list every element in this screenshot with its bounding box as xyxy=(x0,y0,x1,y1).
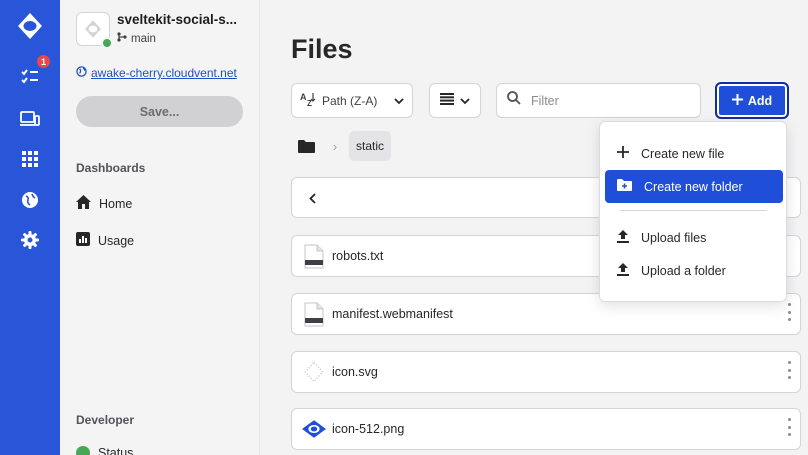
logo-icon[interactable] xyxy=(0,6,60,46)
globe-icon xyxy=(21,191,39,209)
text-file-icon xyxy=(301,243,327,269)
sidebar-item-label: Status xyxy=(98,446,134,455)
save-button[interactable]: Save... xyxy=(76,96,243,127)
menu-item-label: Create new file xyxy=(641,146,725,161)
settings-button[interactable] xyxy=(0,220,60,260)
list-view-icon xyxy=(440,92,454,110)
chevron-down-icon xyxy=(460,92,470,110)
menu-item-upload-files[interactable]: Upload files xyxy=(605,221,783,254)
site-url-link[interactable]: awake-cherry.cloudvent.net xyxy=(76,66,237,80)
file-name: robots.txt xyxy=(332,249,384,263)
usage-icon xyxy=(76,232,90,249)
sidebar-item-home[interactable]: Home xyxy=(76,195,132,212)
more-options-icon[interactable] xyxy=(784,418,794,436)
branch-label: main xyxy=(117,32,156,45)
sidebar-item-status[interactable]: Status xyxy=(76,446,133,455)
sort-select[interactable]: AZ Path (Z-A) xyxy=(291,83,413,118)
breadcrumb-current[interactable]: static xyxy=(349,131,392,161)
more-options-icon[interactable] xyxy=(784,361,794,379)
file-name: manifest.webmanifest xyxy=(332,307,453,321)
sidebar-item-label: Usage xyxy=(98,233,135,248)
page-title: Files xyxy=(291,34,353,64)
site-name[interactable]: sveltekit-social-s... xyxy=(117,12,237,27)
gear-icon xyxy=(21,231,39,249)
add-label: Add xyxy=(747,93,773,108)
chevron-down-icon xyxy=(394,94,404,108)
site-status-check-icon xyxy=(101,37,113,49)
sort-label: Path (Z-A) xyxy=(322,93,378,108)
menu-item-label: Create new folder xyxy=(644,179,743,194)
dashboards-heading: Dashboards xyxy=(76,161,146,175)
filter-field[interactable] xyxy=(496,83,701,118)
svg-file-icon xyxy=(301,359,327,385)
sort-az-icon: AZ xyxy=(300,91,316,110)
chevron-left-icon[interactable] xyxy=(302,188,322,208)
site-sidebar: sveltekit-social-s... main awake-cherry.… xyxy=(60,0,260,455)
breadcrumb: › static xyxy=(291,131,392,161)
chevron-right-icon: › xyxy=(332,138,338,154)
menu-item-create-file[interactable]: Create new file xyxy=(605,137,783,170)
svg-text:A: A xyxy=(300,92,307,102)
add-button[interactable]: Add xyxy=(715,82,789,119)
view-mode-select[interactable] xyxy=(429,83,481,118)
globe-icon xyxy=(76,66,87,80)
app-rail: 1 xyxy=(0,0,60,455)
sidebar-item-label: Home xyxy=(99,196,133,211)
sidebar-item-usage[interactable]: Usage xyxy=(76,232,134,249)
apps-grid-icon xyxy=(22,151,38,167)
file-icon xyxy=(301,301,327,327)
branch-icon xyxy=(117,32,127,45)
devices-icon xyxy=(20,110,40,128)
tasks-icon xyxy=(20,67,40,87)
search-icon xyxy=(507,91,521,110)
new-folder-icon xyxy=(617,179,632,194)
file-row[interactable]: icon-512.png xyxy=(291,408,801,450)
svg-text:Z: Z xyxy=(307,99,312,107)
branch-name: main xyxy=(131,32,156,45)
image-file-icon xyxy=(301,416,327,442)
plus-icon xyxy=(617,146,629,161)
file-row[interactable]: icon.svg xyxy=(291,351,801,393)
more-options-icon[interactable] xyxy=(784,303,794,321)
status-icon xyxy=(76,446,90,455)
notification-badge: 1 xyxy=(36,54,51,69)
menu-item-create-folder[interactable]: Create new folder xyxy=(605,170,783,203)
folder-icon[interactable] xyxy=(291,131,321,161)
file-name: icon.svg xyxy=(332,365,378,379)
devices-button[interactable] xyxy=(0,99,60,139)
menu-item-label: Upload a folder xyxy=(641,263,726,278)
domains-button[interactable] xyxy=(0,180,60,220)
upload-icon xyxy=(617,229,629,246)
file-name: icon-512.png xyxy=(332,422,405,436)
site-url-text[interactable]: awake-cherry.cloudvent.net xyxy=(91,66,237,80)
filter-input[interactable] xyxy=(531,93,681,108)
plus-icon xyxy=(731,93,743,108)
apps-button[interactable] xyxy=(0,139,60,179)
upload-folder-icon xyxy=(617,262,629,279)
menu-divider xyxy=(620,210,767,211)
developer-heading: Developer xyxy=(76,413,135,427)
add-menu: Create new file Create new folder Upload… xyxy=(599,121,787,302)
menu-item-label: Upload files xyxy=(641,230,707,245)
home-icon xyxy=(76,195,91,212)
tasks-button[interactable]: 1 xyxy=(0,54,60,97)
menu-item-upload-folder[interactable]: Upload a folder xyxy=(605,254,783,287)
